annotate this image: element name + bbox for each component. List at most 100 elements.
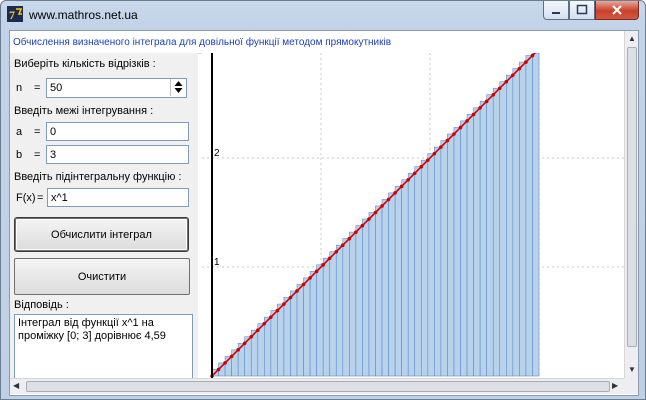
curve-point — [334, 249, 339, 254]
curve-point — [530, 53, 535, 58]
input-panel: Виберіть кількість відрізків : n = 50 Вв… — [10, 53, 198, 379]
n-spinner-input[interactable]: 50 — [46, 78, 187, 98]
app-window: 7 www.mathros.net.ua Обчислення визначен… — [0, 0, 646, 400]
scroll-down-icon[interactable]: ▼ — [628, 365, 636, 375]
curve-point — [432, 151, 437, 156]
integral-bar — [427, 153, 435, 377]
integral-bar — [505, 74, 514, 377]
vertical-scrollbar[interactable]: ▲ ▼ — [624, 31, 638, 380]
curve-point — [511, 73, 515, 77]
integral-bar — [466, 114, 474, 377]
scroll-right-icon[interactable]: ▶ — [612, 381, 618, 391]
answer-textbox[interactable]: Інтеграл від функції x^1 на проміжку [0;… — [14, 314, 193, 379]
integral-bar — [414, 166, 422, 377]
vertical-scroll-thumb[interactable] — [627, 47, 637, 347]
integral-bar — [375, 205, 383, 377]
integral-bar — [525, 55, 533, 377]
scroll-up-icon[interactable]: ▲ — [628, 34, 636, 44]
close-button[interactable] — [595, 1, 639, 20]
integral-bar — [479, 101, 487, 377]
spin-down-icon[interactable] — [171, 87, 186, 95]
horizontal-scroll-thumb[interactable] — [26, 381, 610, 392]
curve-point — [216, 367, 221, 372]
title-bar[interactable]: 7 www.mathros.net.ua — [1, 1, 645, 28]
integral-bar — [329, 251, 337, 377]
curve-point — [236, 348, 240, 352]
integral-bar — [296, 284, 304, 377]
integral-bar — [303, 277, 311, 377]
curve-point — [269, 315, 273, 319]
n-equals: = — [34, 82, 41, 94]
n-value: 50 — [50, 82, 63, 94]
curve-point — [373, 210, 378, 215]
n-label: n — [16, 82, 23, 94]
b-label: b — [16, 149, 23, 161]
horizontal-scrollbar[interactable]: ◀ ▶ — [10, 378, 624, 394]
b-equals: = — [34, 149, 41, 161]
curve-point — [524, 60, 528, 64]
calculate-button-label: Обчислити інтеграл — [51, 228, 152, 241]
minimize-button[interactable] — [543, 1, 569, 20]
integral-bar — [277, 303, 285, 377]
integral-bar — [512, 68, 520, 377]
close-icon — [612, 5, 622, 15]
integral-bar — [519, 61, 527, 377]
curve-point — [295, 289, 299, 293]
curve-point — [301, 282, 306, 287]
curve-point — [393, 191, 397, 195]
curve-point — [347, 236, 352, 241]
integral-bar — [440, 140, 448, 377]
scroll-left-icon[interactable]: ◀ — [13, 381, 19, 391]
curve-point — [484, 99, 489, 104]
window-title: www.mathros.net.ua — [29, 8, 138, 22]
integral-bar — [434, 146, 442, 377]
curve-point — [465, 119, 469, 123]
a-label: a — [16, 126, 23, 138]
curve-point — [275, 308, 280, 313]
y-tick-label: 2 — [214, 148, 220, 159]
clear-button[interactable]: Очистити — [14, 258, 190, 295]
integral-bar — [355, 225, 363, 377]
integral-bar — [342, 238, 350, 377]
a-input[interactable]: 0 — [46, 122, 189, 141]
function-input[interactable]: x^1 — [47, 188, 189, 207]
curve-point — [327, 256, 332, 261]
minimize-icon — [552, 12, 560, 14]
svg-text:7: 7 — [9, 8, 15, 22]
curve-point — [288, 295, 293, 300]
client-area: Обчислення визначеного інтеграла для дов… — [9, 30, 639, 396]
f-label: F(x) — [16, 192, 36, 204]
function-value: x^1 — [51, 192, 68, 204]
integral-bar — [407, 172, 416, 377]
integral-bar — [492, 87, 501, 377]
integral-bar — [453, 127, 461, 377]
integral-bar — [322, 257, 331, 377]
function-prompt-label: Введіть підінтегральну функцію : — [14, 171, 182, 183]
curve-point — [517, 66, 522, 71]
b-input[interactable]: 3 — [46, 145, 189, 164]
limits-prompt-label: Введіть межі інтегрування : — [14, 105, 154, 117]
curve-point — [497, 86, 502, 91]
curve-point — [419, 164, 424, 169]
curve-point — [255, 328, 260, 333]
curve-point — [229, 354, 234, 359]
a-value: 0 — [50, 126, 57, 138]
curve-point — [386, 197, 391, 202]
integral-bar — [316, 264, 324, 377]
calculate-button[interactable]: Обчислити інтеграл — [15, 218, 188, 251]
curve-point — [399, 184, 404, 189]
curve-point — [458, 125, 463, 130]
header-title: Обчислення визначеного інтеграла для дов… — [13, 37, 392, 48]
integral-bar — [388, 192, 396, 377]
f-equals: = — [37, 192, 44, 204]
curve-point — [367, 217, 371, 221]
maximize-icon — [576, 4, 588, 15]
n-spinner-buttons[interactable] — [170, 79, 186, 96]
integral-bar — [283, 297, 291, 377]
spin-up-icon[interactable] — [171, 79, 186, 87]
maximize-button[interactable] — [569, 1, 595, 20]
n-prompt-label: Виберіть кількість відрізків : — [14, 58, 156, 70]
integral-bar — [290, 290, 298, 377]
curve-point — [360, 223, 365, 228]
curve-point — [491, 92, 496, 97]
